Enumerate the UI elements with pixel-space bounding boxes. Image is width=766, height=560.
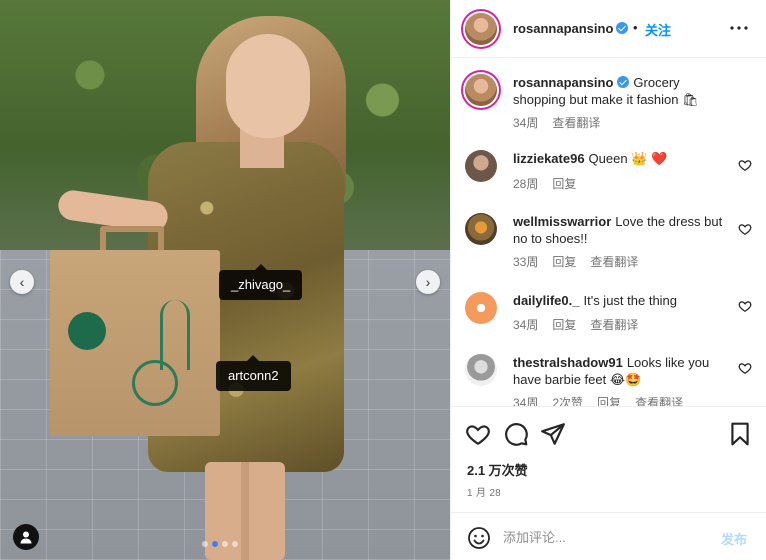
photo-tag-zhivago[interactable]: _zhivago_ (219, 264, 303, 300)
comment-composer: 发布 (451, 512, 766, 560)
reply-button[interactable]: 回复 (597, 394, 621, 406)
comment-input[interactable] (503, 525, 703, 549)
translate-link[interactable]: 查看翻译 (590, 316, 638, 333)
post-photo[interactable]: _zhivago_ artconn2 ‹ › (0, 0, 450, 560)
heart-icon[interactable] (738, 299, 752, 313)
comment-age: 34周 (513, 396, 539, 406)
comment-like-count[interactable]: 2次赞 (552, 394, 583, 406)
separator-dot: • (633, 20, 638, 35)
carousel-dot (202, 541, 208, 547)
comment-meta: 33周 回复 查看翻译 (513, 253, 638, 270)
caption-avatar[interactable] (465, 74, 497, 106)
reply-button[interactable]: 回复 (552, 253, 576, 270)
verified-badge-icon (617, 76, 630, 88)
comment-text-block: lizziekate96 Queen 👑 ❤️ (513, 150, 733, 167)
heart-icon[interactable] (738, 361, 752, 375)
bag-logo (68, 312, 106, 350)
post-comment-button[interactable]: 发布 (721, 529, 747, 548)
reply-button[interactable]: 回复 (552, 175, 576, 192)
caption-text-block: rosannapansino Grocery shopping but make … (513, 74, 733, 108)
carousel-indicator (202, 541, 238, 547)
comment-username[interactable]: wellmisswarrior (513, 214, 611, 229)
verified-badge-icon (616, 22, 629, 34)
comment-avatar[interactable] (465, 292, 497, 324)
chevron-right-icon[interactable]: › (416, 270, 440, 294)
comment-meta: 34周 2次赞 回复 查看翻译 (513, 394, 683, 406)
comment-avatar[interactable] (465, 213, 497, 245)
comment-age: 33周 (513, 255, 539, 269)
likes-count[interactable]: 2.1 万次赞 (467, 460, 528, 479)
translate-link[interactable]: 查看翻译 (635, 394, 683, 406)
user-icon (20, 531, 32, 544)
comment-age: 28周 (513, 177, 539, 191)
post-panel: rosannapansino • 关注 rosannapansino Grocer… (450, 0, 766, 560)
heart-icon[interactable] (465, 421, 491, 447)
comments-list[interactable]: rosannapansino Grocery shopping but make … (451, 58, 766, 406)
comment-username[interactable]: dailylife0._ (513, 293, 579, 308)
comment-text-block: wellmisswarrior Love the dress but no to … (513, 213, 733, 247)
share-icon[interactable] (540, 421, 566, 447)
author-username-text[interactable]: rosannapansino (513, 21, 613, 36)
caption-translate-link[interactable]: 查看翻译 (552, 114, 600, 131)
comment-text-block: dailylife0._ It's just the thing (513, 292, 733, 309)
comment-meta: 34周 回复 查看翻译 (513, 316, 638, 333)
more-icon[interactable] (729, 20, 749, 36)
comment-avatar[interactable] (465, 150, 497, 182)
tagged-users-button[interactable] (13, 524, 39, 550)
heart-icon[interactable] (738, 222, 752, 236)
post-header: rosannapansino • 关注 (451, 0, 766, 58)
photo-tag-artconn2[interactable]: artconn2 (216, 355, 291, 391)
bookmark-icon[interactable] (727, 421, 753, 447)
heart-icon[interactable] (738, 158, 752, 172)
comment-avatar[interactable] (465, 354, 497, 386)
comment-text: Queen 👑 ❤️ (588, 151, 668, 166)
caption-username[interactable]: rosannapansino (513, 75, 613, 90)
comment-age: 34周 (513, 318, 539, 332)
comment-text-block: thestralshadow91 Looks like you have barb… (513, 354, 733, 388)
follow-button[interactable]: 关注 (645, 20, 671, 39)
carousel-dot (222, 541, 228, 547)
carousel-dot (232, 541, 238, 547)
emoji-icon[interactable] (467, 526, 491, 550)
comment-username[interactable]: thestralshadow91 (513, 355, 623, 370)
author-username[interactable]: rosannapansino (513, 21, 629, 36)
caption-meta: 34周 查看翻译 (513, 114, 600, 131)
carousel-dot (212, 541, 218, 547)
translate-link[interactable]: 查看翻译 (590, 253, 638, 270)
person-face (226, 34, 310, 138)
bag-beet (132, 360, 178, 406)
comment-meta: 28周 回复 (513, 175, 576, 192)
post-actions: 2.1 万次赞 1 月 28 (451, 406, 766, 506)
bag-leaves (160, 300, 190, 370)
caption-age: 34周 (513, 116, 539, 130)
reply-button[interactable]: 回复 (552, 316, 576, 333)
post-date[interactable]: 1 月 28 (467, 484, 501, 499)
comment-text: It's just the thing (583, 293, 678, 308)
comment-username[interactable]: lizziekate96 (513, 151, 585, 166)
author-avatar[interactable] (465, 13, 497, 45)
comment-icon[interactable] (503, 421, 529, 447)
chevron-left-icon[interactable]: ‹ (10, 270, 34, 294)
